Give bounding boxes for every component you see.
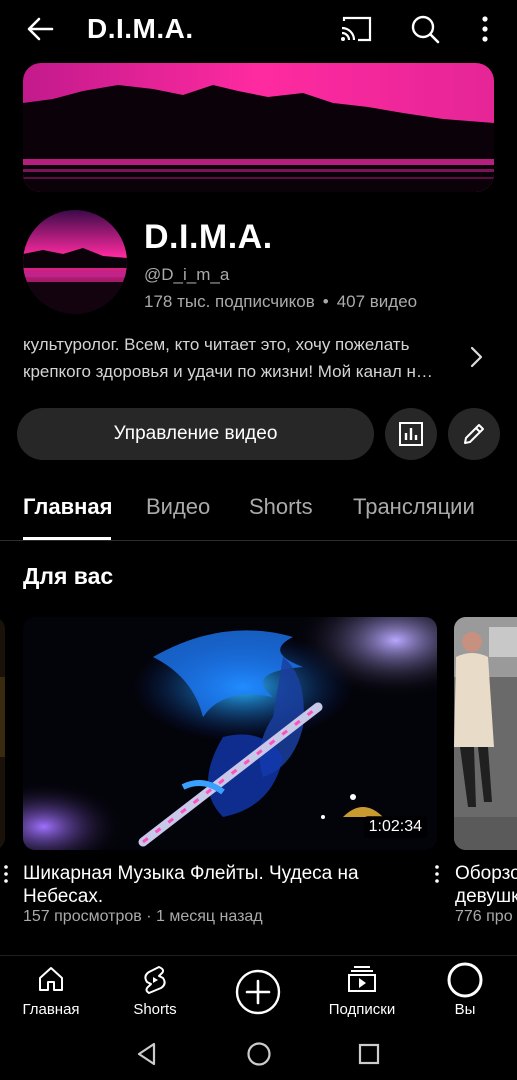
video-menu-button[interactable] — [0, 862, 12, 886]
video-title-line: Оборзо — [455, 863, 517, 884]
pencil-icon — [464, 424, 484, 444]
stats-separator: • — [322, 292, 329, 311]
description-line: крепкого здоровья и удачи по жизни! Мой … — [23, 362, 433, 381]
channel-banner — [23, 63, 494, 192]
channel-handle: @D_i_m_a — [144, 265, 230, 284]
you-avatar-icon — [447, 962, 483, 998]
video-thumbnail-partial[interactable] — [0, 617, 5, 850]
cast-icon[interactable] — [338, 12, 374, 46]
nav-label: Подписки — [328, 1001, 396, 1018]
video-menu-button[interactable] — [431, 862, 443, 886]
section-title: Для вас — [23, 563, 114, 589]
edit-channel-button[interactable] — [448, 408, 500, 460]
video-title-line: девушк — [455, 886, 517, 907]
description-line: культуролог. Всем, кто читает это, хочу … — [23, 335, 410, 354]
video-duration: 1:02:34 — [363, 816, 427, 838]
channel-description[interactable]: культуролог. Всем, кто читает это, хочу … — [23, 331, 463, 385]
channel-tabs: Главная Видео Shorts Трансляции — [0, 484, 517, 541]
tab-videos[interactable]: Видео — [146, 494, 210, 520]
nav-create[interactable] — [213, 956, 303, 1031]
channel-name: D.I.M.A. — [144, 218, 273, 256]
video-title[interactable]: Шикарная Музыка Флейты. Чудеса на Небеса… — [23, 862, 418, 908]
chevron-right-icon[interactable] — [466, 342, 488, 372]
analytics-button[interactable] — [385, 408, 437, 460]
bottom-navigation: Главная Shorts Подписки Вы — [0, 955, 517, 1030]
nav-label: Вы — [454, 1001, 476, 1018]
nav-shorts[interactable]: Shorts — [110, 956, 200, 1031]
channel-avatar[interactable] — [23, 210, 127, 314]
nav-subscriptions[interactable]: Подписки — [317, 956, 407, 1031]
page-title: D.I.M.A. — [87, 13, 194, 44]
tab-shorts[interactable]: Shorts — [249, 494, 313, 520]
video-meta: 157 просмотров · 1 месяц назад — [23, 908, 263, 925]
back-arrow-icon[interactable] — [24, 12, 58, 46]
channel-stats: 178 тыс. подписчиков • 407 видео — [144, 292, 417, 312]
video-title[interactable]: Оборзо девушк — [455, 862, 517, 908]
tab-home[interactable]: Главная — [23, 494, 112, 520]
video-count: 407 видео — [336, 292, 418, 311]
nav-label: Главная — [22, 1001, 80, 1018]
system-navigation-bar — [0, 1030, 517, 1080]
nav-home[interactable]: Главная — [6, 956, 96, 1031]
nav-label: Shorts — [133, 1001, 177, 1018]
recents-square-icon[interactable] — [355, 1040, 383, 1068]
video-title-line: Шикарная Музыка Флейты. Чудеса на — [23, 863, 359, 884]
tab-live[interactable]: Трансляции — [353, 494, 475, 520]
video-title-line: Небесах. — [23, 886, 104, 907]
back-triangle-icon[interactable] — [133, 1040, 161, 1068]
subscriptions-icon — [348, 966, 376, 992]
nav-you[interactable]: Вы — [420, 956, 510, 1031]
video-thumbnail[interactable] — [454, 617, 517, 850]
video-meta: 776 про — [455, 908, 513, 925]
manage-videos-button[interactable]: Управление видео — [17, 408, 374, 460]
subscriber-count: 178 тыс. подписчиков — [144, 292, 315, 311]
analytics-icon — [399, 422, 423, 446]
more-vert-icon[interactable] — [472, 12, 498, 46]
home-icon — [39, 967, 63, 991]
active-tab-indicator — [23, 537, 111, 540]
video-thumbnail[interactable]: 1:02:34 — [23, 617, 437, 850]
shorts-icon — [144, 966, 166, 994]
search-icon[interactable] — [408, 12, 442, 46]
create-plus-icon — [235, 969, 281, 1015]
top-bar: D.I.M.A. — [0, 0, 517, 58]
home-circle-icon[interactable] — [245, 1040, 273, 1068]
